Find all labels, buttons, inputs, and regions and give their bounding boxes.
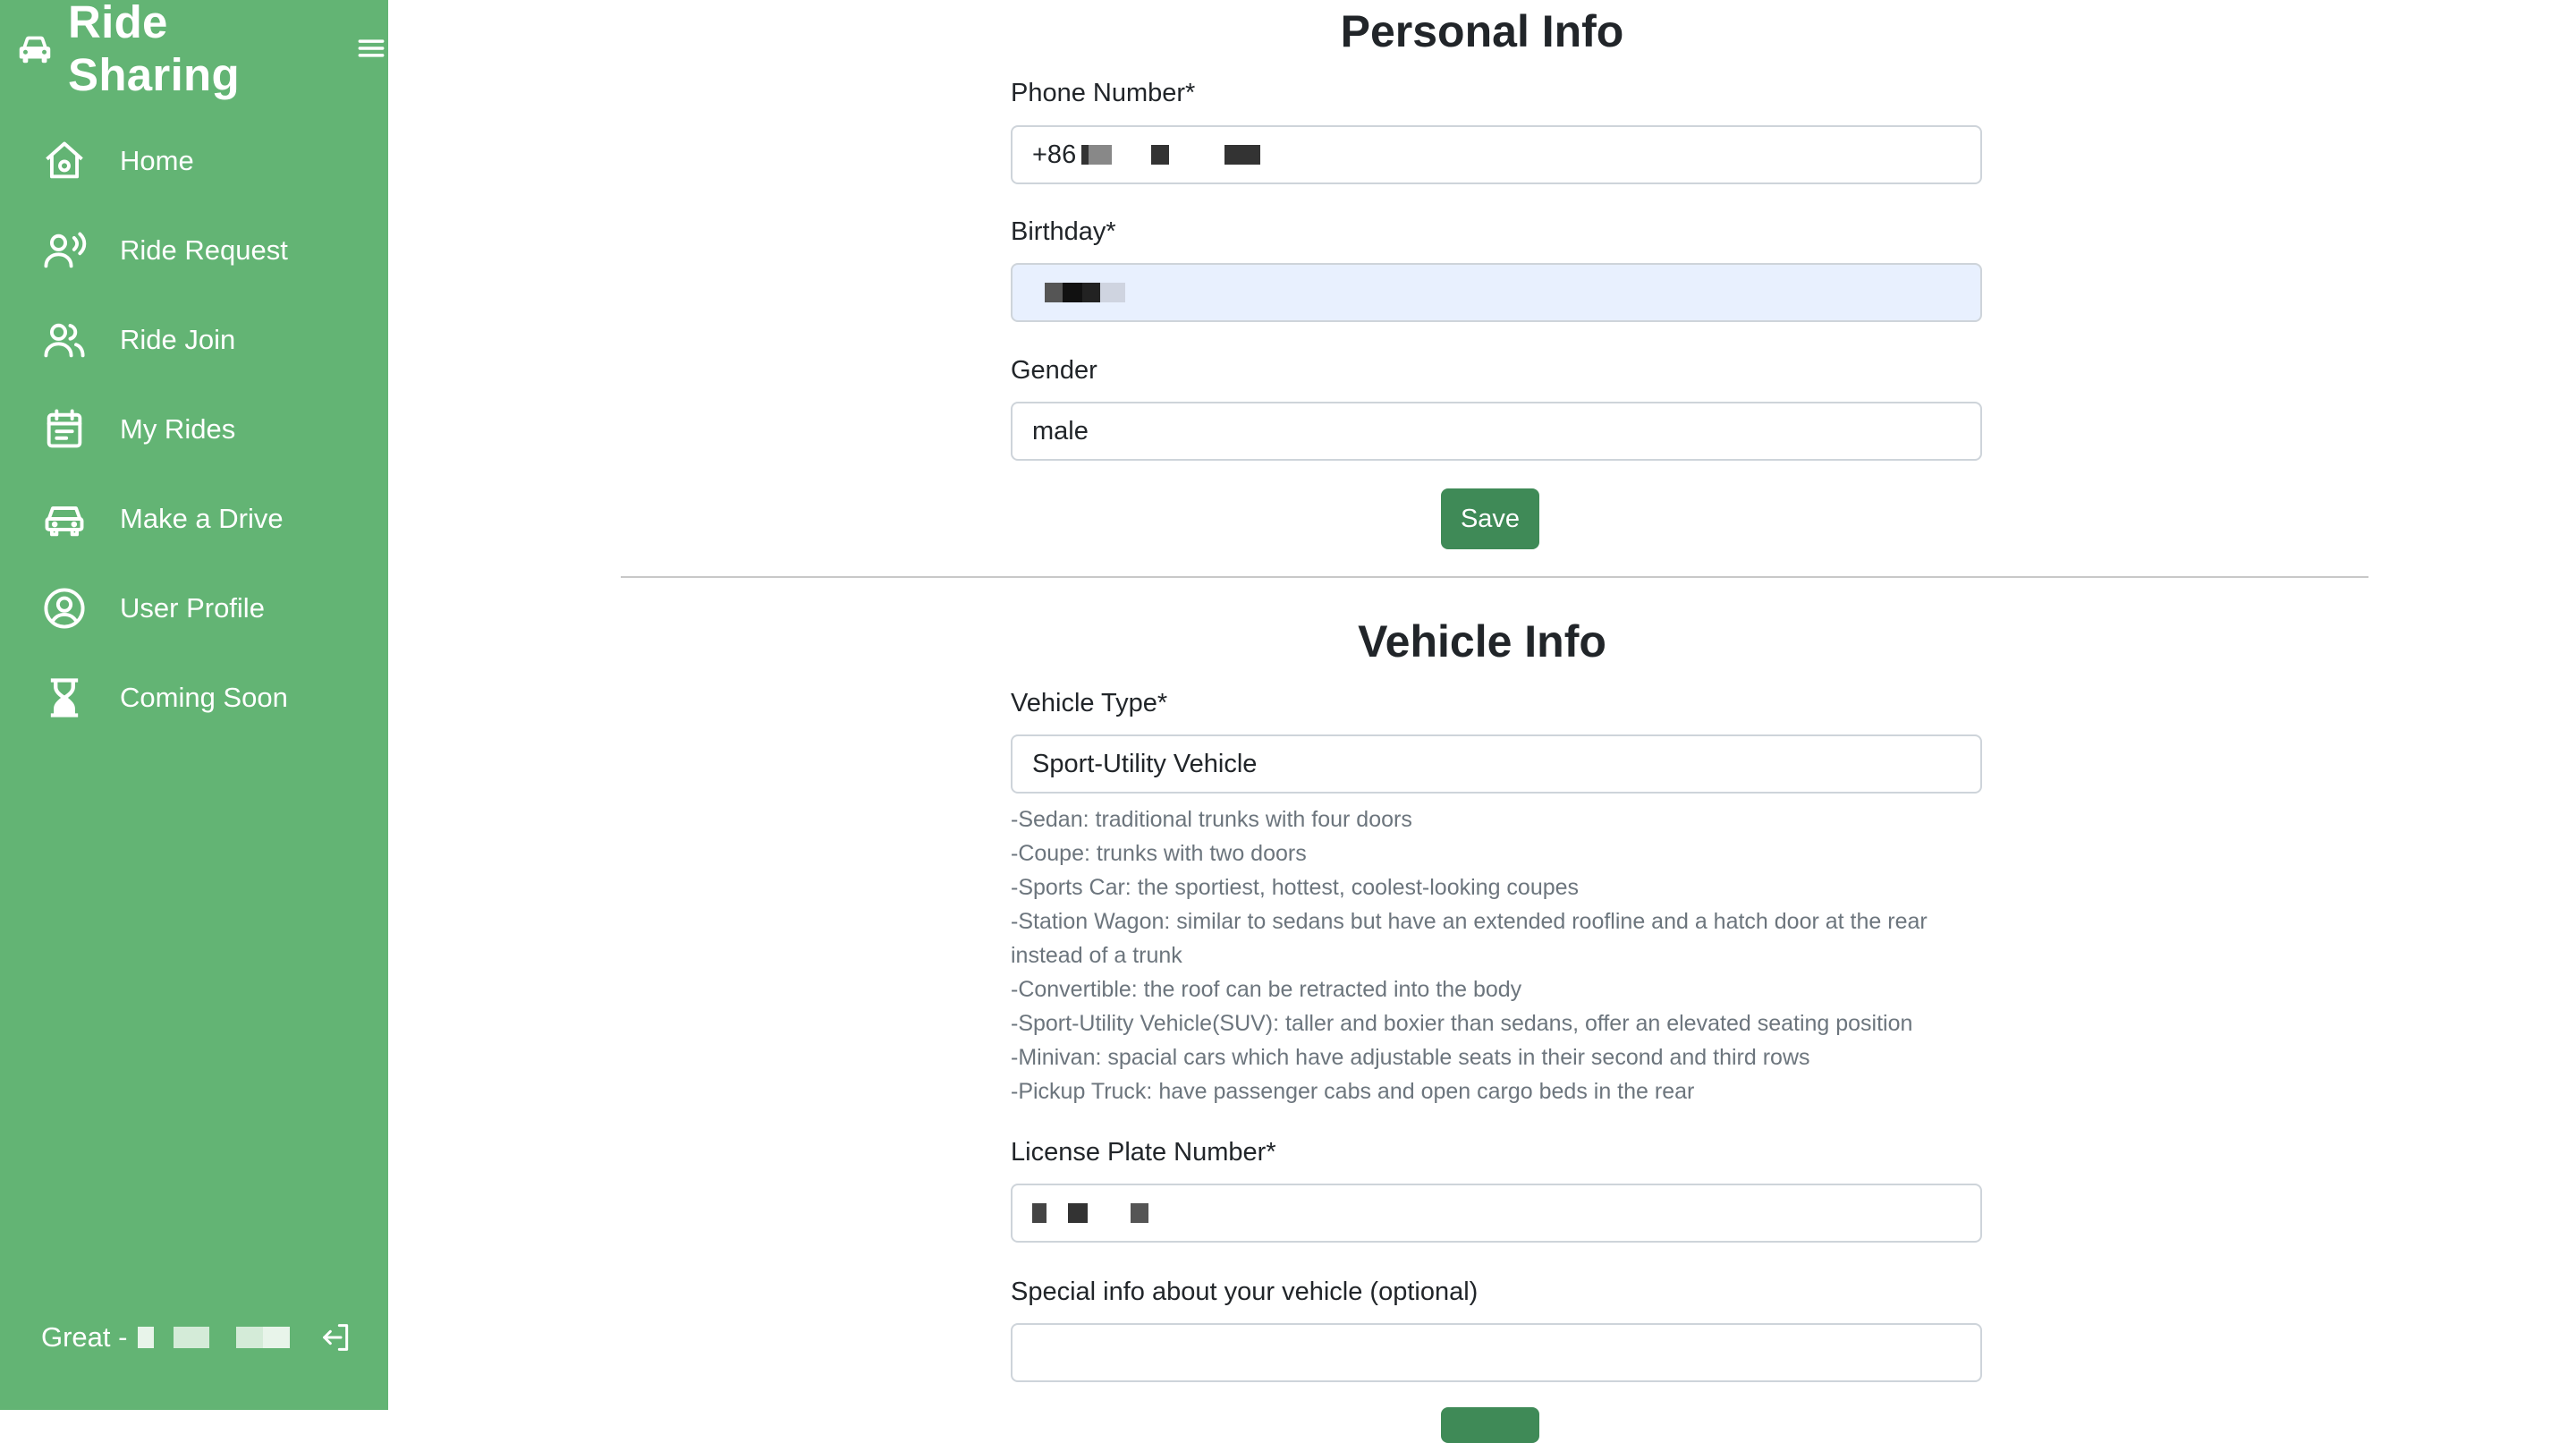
sidebar-item-coming-soon[interactable]: Coming Soon [0, 653, 388, 743]
vehicle-info-title: Vehicle Info [1358, 616, 1606, 666]
car-icon [14, 28, 55, 69]
logout-icon[interactable] [318, 1320, 354, 1355]
help-line: -Coupe: trunks with two doors [1011, 841, 1307, 866]
greeting-text: Great - [41, 1321, 128, 1353]
special-info-field[interactable] [1011, 1323, 1982, 1382]
help-line: -Sports Car: the sportiest, hottest, coo… [1011, 875, 1580, 900]
personal-info-title: Personal Info [1340, 6, 1624, 56]
hamburger-menu-icon[interactable] [354, 31, 388, 65]
gender-label: Gender [1011, 356, 1097, 385]
help-line: -Pickup Truck: have passenger cabs and o… [1011, 1079, 1695, 1104]
users-icon [41, 317, 88, 363]
help-line: -Sport-Utility Vehicle(SUV): taller and … [1011, 1011, 1913, 1036]
phone-label: Phone Number* [1011, 79, 1196, 107]
user-voice-icon [41, 227, 88, 274]
help-line: -Sedan: traditional trunks with four doo… [1011, 807, 1412, 832]
sidebar-item-my-rides[interactable]: My Rides [0, 385, 388, 474]
calendar-icon [41, 406, 88, 453]
section-divider [621, 576, 2368, 578]
home-icon [41, 138, 88, 184]
special-info-label: Special info about your vehicle (optiona… [1011, 1277, 1479, 1306]
vehicle-type-value: Sport-Utility Vehicle [1032, 749, 1258, 778]
sidebar-item-ride-join[interactable]: Ride Join [0, 295, 388, 385]
brand[interactable]: Ride Sharing [14, 0, 388, 100]
help-line: -Minivan: spacial cars which have adjust… [1011, 1045, 1810, 1070]
help-line: -Convertible: the roof can be retracted … [1011, 977, 1522, 1002]
phone-redacted [1081, 145, 1288, 165]
save-button[interactable]: Save [1441, 488, 1539, 549]
car-icon [41, 496, 88, 542]
username-redacted [138, 1327, 291, 1348]
sidebar-item-ride-request[interactable]: Ride Request [0, 206, 388, 295]
phone-value: +86 [1032, 140, 1077, 169]
vehicle-type-field[interactable]: Sport-Utility Vehicle [1011, 734, 1982, 794]
sidebar-item-label: My Rides [120, 413, 236, 445]
gender-field[interactable]: male [1011, 402, 1982, 461]
main-content: Personal Info Phone Number* +86 Birthday… [388, 0, 2576, 1443]
sidebar-item-home[interactable]: Home [0, 116, 388, 206]
sidebar-item-label: Ride Join [120, 324, 236, 355]
brand-title: Ride Sharing [68, 0, 240, 100]
sidebar-item-label: Make a Drive [120, 503, 284, 534]
hourglass-icon [41, 675, 88, 721]
sidebar-item-make-a-drive[interactable]: Make a Drive [0, 474, 388, 564]
user-circle-icon [41, 585, 88, 632]
license-plate-label: License Plate Number* [1011, 1138, 1276, 1167]
sidebar: Ride Sharing Home Ride Request Ride Join [0, 0, 388, 1410]
save-vehicle-button[interactable] [1441, 1407, 1539, 1443]
sidebar-nav: Home Ride Request Ride Join My Rides Mak… [0, 116, 388, 743]
sidebar-item-user-profile[interactable]: User Profile [0, 564, 388, 653]
sidebar-item-label: Home [120, 145, 194, 176]
sidebar-item-label: Coming Soon [120, 682, 288, 713]
phone-field[interactable]: +86 [1011, 125, 1982, 184]
gender-value: male [1032, 416, 1089, 446]
sidebar-item-label: Ride Request [120, 234, 288, 266]
help-line: -Station Wagon: similar to sedans but ha… [1011, 909, 1928, 968]
sidebar-footer: Great - [41, 1315, 354, 1360]
birthday-redacted [1045, 283, 1125, 302]
license-plate-redacted [1032, 1203, 1148, 1223]
vehicle-type-help: -Sedan: traditional trunks with four doo… [1011, 802, 1995, 1108]
birthday-label: Birthday* [1011, 217, 1116, 246]
sidebar-item-label: User Profile [120, 592, 265, 624]
birthday-field[interactable] [1011, 263, 1982, 322]
license-plate-field[interactable] [1011, 1184, 1982, 1243]
vehicle-type-label: Vehicle Type* [1011, 689, 1168, 717]
